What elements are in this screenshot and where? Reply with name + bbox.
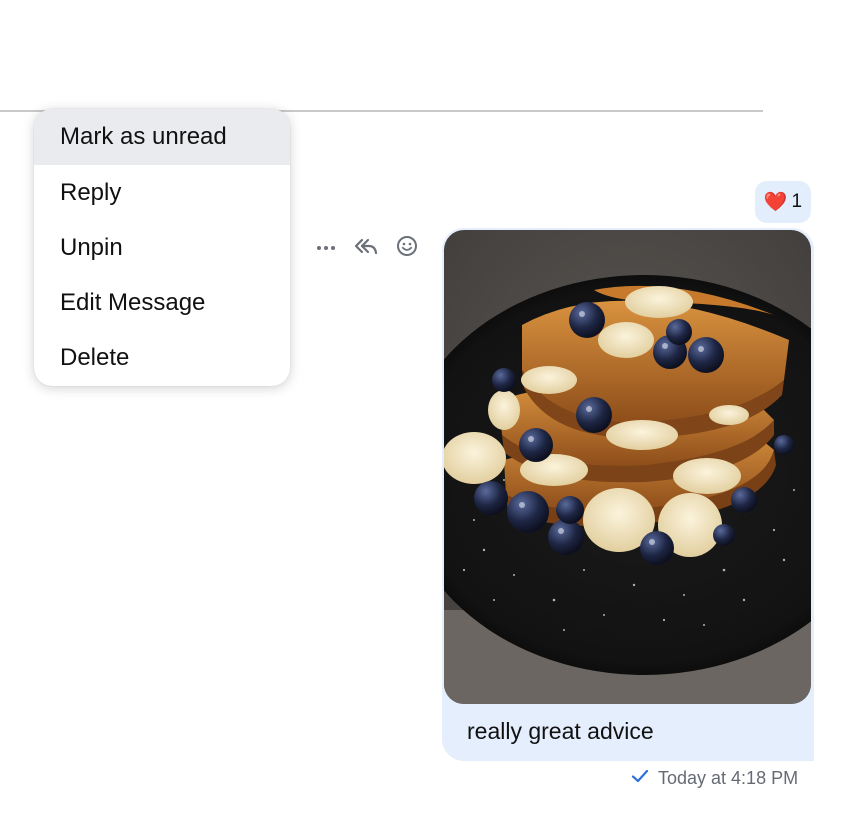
- chat-view: Mark as unread Reply Unpin Edit Message …: [0, 0, 842, 814]
- checkmark-icon: [630, 768, 650, 789]
- reaction-badge[interactable]: ❤️ 1: [755, 181, 811, 223]
- message-timestamp: Today at 4:18 PM: [658, 767, 799, 788]
- menu-item-unpin[interactable]: Unpin: [34, 220, 290, 275]
- message-text: really great advice: [467, 718, 654, 744]
- more-options-button[interactable]: [306, 228, 346, 268]
- add-reaction-button[interactable]: [387, 228, 427, 268]
- menu-item-delete[interactable]: Delete: [34, 330, 290, 385]
- more-horizontal-icon: [316, 239, 336, 257]
- message-status: Today at 4:18 PM: [630, 765, 798, 791]
- menu-item-mark-as-unread[interactable]: Mark as unread: [34, 109, 290, 165]
- message-image-french-toast[interactable]: [444, 230, 811, 704]
- emoji-icon: [396, 235, 418, 262]
- reply-all-button[interactable]: [346, 228, 386, 268]
- reply-all-icon: [354, 237, 378, 260]
- reaction-count: 1: [791, 191, 803, 212]
- message-context-menu: Mark as unread Reply Unpin Edit Message …: [34, 109, 290, 386]
- menu-item-reply[interactable]: Reply: [34, 165, 290, 220]
- message-hover-toolbar: [306, 228, 432, 268]
- menu-item-edit-message[interactable]: Edit Message: [34, 275, 290, 330]
- heart-emoji: ❤️: [763, 192, 788, 213]
